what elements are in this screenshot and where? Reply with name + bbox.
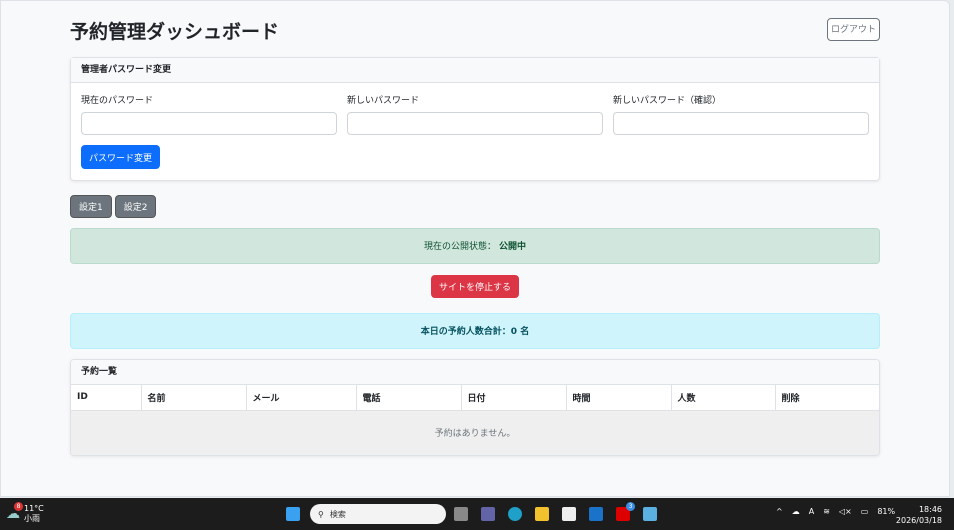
windows-icon <box>286 507 300 521</box>
task-view-icon[interactable] <box>454 507 468 521</box>
current-password-label: 現在のパスワード <box>81 96 154 106</box>
notepad-icon[interactable] <box>643 507 657 521</box>
store-icon[interactable] <box>562 507 576 521</box>
date: 2026/03/18 <box>895 516 942 525</box>
start-button[interactable] <box>286 507 300 521</box>
teams-icon[interactable] <box>481 507 495 521</box>
confirm-password-input[interactable] <box>613 112 869 135</box>
new-password-label: 新しいパスワード <box>347 96 420 106</box>
edge-icon[interactable] <box>508 507 522 521</box>
col-date: 日付 <box>461 385 567 411</box>
search-box[interactable]: ⚲ 検索 <box>310 504 446 524</box>
app-badge: 3 <box>626 502 635 511</box>
volume-icon[interactable]: ◁× <box>839 507 852 516</box>
search-icon: ⚲ <box>318 509 324 519</box>
col-delete: 削除 <box>775 385 879 411</box>
file-explorer-icon[interactable] <box>535 507 549 521</box>
card-title: 予約一覧 <box>71 360 879 385</box>
browser-page: 予約管理ダッシュボード ログアウト 管理者パスワード変更 現在のパスワード 新し… <box>0 0 950 497</box>
wifi-icon[interactable]: ≋ <box>823 507 830 516</box>
clock[interactable]: 18:46 2026/03/18 <box>896 504 942 526</box>
stop-site-button[interactable]: サイトを停止する <box>430 275 519 298</box>
new-password-input[interactable] <box>347 112 603 135</box>
password-change-card: 管理者パスワード変更 現在のパスワード 新しいパスワード 新しいパスワード（確認… <box>70 57 880 181</box>
col-count: 人数 <box>671 385 776 411</box>
card-title: 管理者パスワード変更 <box>71 58 879 83</box>
status-label: 現在の公開状態： <box>424 242 497 252</box>
col-time: 時間 <box>566 385 672 411</box>
logout-button[interactable]: ログアウト <box>827 18 880 41</box>
settings-2-button[interactable]: 設定2 <box>114 195 157 218</box>
status-value: 公開中 <box>498 242 526 252</box>
reservation-table: ID 名前 メール 電話 日付 時間 人数 削除 予約はありません。 <box>71 385 879 455</box>
col-email: メール <box>246 385 357 411</box>
reservation-list-card: 予約一覧 ID 名前 メール 電話 日付 時間 人数 削除 予約はありません。 <box>70 359 880 456</box>
taskbar: ☁ 8 11°C 小雨 ⚲ 検索 3 ^ ☁ A ≋ ◁× ▭ 81% 18:46 … <box>0 498 954 530</box>
current-password-input[interactable] <box>81 112 337 135</box>
page-title: 予約管理ダッシュボード <box>70 21 280 43</box>
battery-icon[interactable]: ▭ <box>861 507 869 516</box>
status-alert: 現在の公開状態： 公開中 <box>70 228 880 264</box>
outlook-icon[interactable] <box>589 507 603 521</box>
col-phone: 電話 <box>356 385 462 411</box>
search-placeholder: 検索 <box>329 509 346 519</box>
settings-1-button[interactable]: 設定1 <box>70 195 112 218</box>
change-password-button[interactable]: パスワード変更 <box>81 145 161 169</box>
weather-temp: 11°C <box>24 504 44 513</box>
today-total-alert: 本日の予約人数合計：0 名 <box>70 313 880 349</box>
battery-percent: 81% <box>877 507 896 516</box>
onedrive-icon[interactable]: ☁ <box>792 507 800 516</box>
weather-badge: 8 <box>14 502 23 511</box>
weather-desc: 小雨 <box>24 514 40 523</box>
chevron-up-icon[interactable]: ^ <box>776 507 783 516</box>
ime-indicator[interactable]: A <box>809 507 814 516</box>
app-l-icon[interactable]: 3 <box>616 502 635 521</box>
weather-widget[interactable]: ☁ 8 11°C 小雨 <box>6 502 44 524</box>
empty-message: 予約はありません。 <box>71 410 879 455</box>
time: 18:46 <box>918 505 942 514</box>
col-name: 名前 <box>141 385 247 411</box>
confirm-password-label: 新しいパスワード（確認） <box>613 96 722 106</box>
col-id: ID <box>71 385 142 411</box>
